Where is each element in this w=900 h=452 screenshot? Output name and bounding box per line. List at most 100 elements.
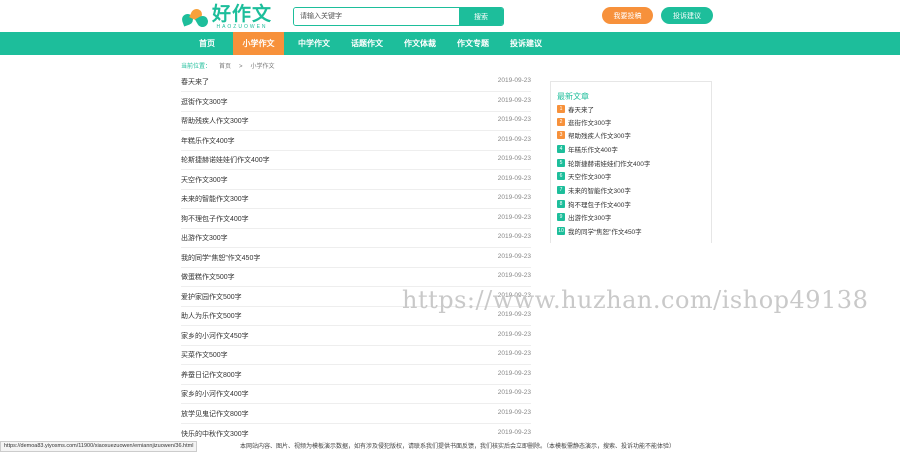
rank-badge: 3 <box>557 131 565 139</box>
latest-article-title[interactable]: 天空作文300字 <box>568 171 611 181</box>
rank-badge: 5 <box>557 159 565 167</box>
article-title[interactable]: 助人为乐作文500字 <box>181 311 242 321</box>
article-title[interactable]: 做蛋糕作文500字 <box>181 272 235 282</box>
list-item[interactable]: 天空作文300字 2019-09-23 <box>181 171 531 190</box>
latest-article-title[interactable]: 春天来了 <box>568 104 594 114</box>
article-title[interactable]: 帮助残疾人作文300字 <box>181 116 249 126</box>
article-title[interactable]: 年糕乐作文400字 <box>181 136 235 146</box>
article-date: 2019-09-23 <box>497 253 531 260</box>
list-item[interactable]: 快乐的中秋作文300字 2019-09-23 <box>181 425 531 437</box>
article-date: 2019-09-23 <box>497 331 531 338</box>
site-header: 好作文 HAOZUOWEN 搜索 我要投稿 投诉建议 <box>0 0 900 32</box>
nav-essay-topic[interactable]: 作文专题 <box>450 32 496 55</box>
article-title[interactable]: 爱护家园作文500字 <box>181 292 242 302</box>
logo-text: 好作文 <box>212 2 273 25</box>
site-logo[interactable]: 好作文 HAOZUOWEN <box>180 2 273 30</box>
feedback-button[interactable]: 投诉建议 <box>661 7 713 24</box>
breadcrumb-label: 当前位置： <box>181 64 212 70</box>
article-title[interactable]: 天空作文300字 <box>181 175 228 185</box>
latest-article-item[interactable]: 3 帮助残疾人作文300字 <box>557 130 631 140</box>
list-item[interactable]: 春天来了 2019-09-23 <box>181 73 531 92</box>
list-item[interactable]: 狗不理包子作文400字 2019-09-23 <box>181 210 531 229</box>
logo-subtext: HAOZUOWEN <box>216 23 268 30</box>
article-title[interactable]: 逛街作文300字 <box>181 97 228 107</box>
leaf-logo-icon <box>180 7 211 30</box>
article-date: 2019-09-23 <box>497 175 531 182</box>
article-date: 2019-09-23 <box>497 136 531 143</box>
latest-article-title[interactable]: 未来的智能作文300字 <box>568 185 631 195</box>
article-title[interactable]: 买菜作文500字 <box>181 350 228 360</box>
list-item[interactable]: 家乡的小河作文400字 2019-09-23 <box>181 385 531 404</box>
watermark-text: https://www.huzhan.com/ishop49138 <box>402 286 869 314</box>
article-date: 2019-09-23 <box>497 77 531 84</box>
article-date: 2019-09-23 <box>497 409 531 416</box>
list-item[interactable]: 出游作文300字 2019-09-23 <box>181 229 531 248</box>
article-title[interactable]: 未来的智能作文300字 <box>181 194 249 204</box>
latest-article-item[interactable]: 8 狗不理包子作文400字 <box>557 199 631 209</box>
latest-article-title[interactable]: 逛街作文300字 <box>568 117 611 127</box>
nav-essay-genre[interactable]: 作文体裁 <box>397 32 443 55</box>
rank-badge: 2 <box>557 118 565 126</box>
list-item[interactable]: 买菜作文500字 2019-09-23 <box>181 346 531 365</box>
latest-article-item[interactable]: 7 未来的智能作文300字 <box>557 185 631 195</box>
article-title[interactable]: 轮斯捷赫诺娃娃们作文400字 <box>181 155 270 165</box>
latest-article-item[interactable]: 9 出游作文300字 <box>557 212 611 222</box>
nav-middle-essay[interactable]: 中学作文 <box>291 32 337 55</box>
latest-article-title[interactable]: 年糕乐作文400字 <box>568 144 618 154</box>
article-title[interactable]: 放学见鬼记作文800字 <box>181 409 249 419</box>
search-input[interactable] <box>294 8 459 25</box>
article-title[interactable]: 家乡的小河作文400字 <box>181 389 249 399</box>
main-nav: 首页 小学作文 中学作文 话题作文 作文体裁 作文专题 投诉建议 <box>0 32 900 55</box>
list-item[interactable]: 轮斯捷赫诺娃娃们作文400字 2019-09-23 <box>181 151 531 170</box>
rank-badge: 8 <box>557 200 565 208</box>
list-item[interactable]: 帮助残疾人作文300字 2019-09-23 <box>181 112 531 131</box>
search-button[interactable]: 搜索 <box>459 8 503 25</box>
nav-topic-essay[interactable]: 话题作文 <box>344 32 390 55</box>
latest-article-item[interactable]: 5 轮斯捷赫诺娃娃们作文400字 <box>557 158 650 168</box>
list-item[interactable]: 未来的智能作文300字 2019-09-23 <box>181 190 531 209</box>
article-title[interactable]: 快乐的中秋作文300字 <box>181 429 249 437</box>
list-item[interactable]: 放学见鬼记作文800字 2019-09-23 <box>181 405 531 424</box>
article-date: 2019-09-23 <box>497 389 531 396</box>
list-item[interactable]: 逛街作文300字 2019-09-23 <box>181 93 531 112</box>
article-date: 2019-09-23 <box>497 272 531 279</box>
latest-article-title[interactable]: 我的同学“焦恕”作文450字 <box>568 226 642 236</box>
latest-article-item[interactable]: 10 我的同学“焦恕”作文450字 <box>557 226 642 236</box>
list-item[interactable]: 家乡的小河作文450字 2019-09-23 <box>181 327 531 346</box>
latest-article-title[interactable]: 出游作文300字 <box>568 212 611 222</box>
latest-article-item[interactable]: 1 春天来了 <box>557 104 594 114</box>
article-title[interactable]: 家乡的小河作文450字 <box>181 331 249 341</box>
article-title[interactable]: 春天来了 <box>181 77 209 87</box>
article-date: 2019-09-23 <box>497 370 531 377</box>
breadcrumb-home[interactable]: 首页 <box>219 64 231 70</box>
list-item[interactable]: 养蚕日记作文800字 2019-09-23 <box>181 366 531 385</box>
article-date: 2019-09-23 <box>497 155 531 162</box>
breadcrumb-current[interactable]: 小学作文 <box>251 64 275 70</box>
nav-primary-essay[interactable]: 小学作文 <box>233 32 284 55</box>
rank-badge: 7 <box>557 186 565 194</box>
search-box: 搜索 <box>293 7 504 26</box>
latest-article-title[interactable]: 轮斯捷赫诺娃娃们作文400字 <box>568 158 650 168</box>
nav-home[interactable]: 首页 <box>188 32 226 55</box>
breadcrumb: 当前位置： 首页 > 小学作文 <box>181 61 283 70</box>
rank-badge: 6 <box>557 172 565 180</box>
list-item[interactable]: 我的同学“焦恕”作文450字 2019-09-23 <box>181 249 531 268</box>
article-title[interactable]: 狗不理包子作文400字 <box>181 214 249 224</box>
list-item[interactable]: 年糕乐作文400字 2019-09-23 <box>181 132 531 151</box>
latest-article-item[interactable]: 2 逛街作文300字 <box>557 117 611 127</box>
contribute-button[interactable]: 我要投稿 <box>602 7 653 24</box>
latest-article-item[interactable]: 6 天空作文300字 <box>557 171 611 181</box>
rank-badge: 4 <box>557 145 565 153</box>
browser-status-url: https://demoa83.yiyosms.com/11900/xiaoxu… <box>0 441 198 452</box>
article-title[interactable]: 养蚕日记作文800字 <box>181 370 242 380</box>
latest-article-title[interactable]: 狗不理包子作文400字 <box>568 199 631 209</box>
article-title[interactable]: 出游作文300字 <box>181 233 228 243</box>
footer-disclaimer: 本网站内容、图片、视频为模板演示数据，如有涉及侵犯版权，请联系我们提供书面反馈，… <box>240 444 676 450</box>
article-date: 2019-09-23 <box>497 429 531 436</box>
latest-article-title[interactable]: 帮助残疾人作文300字 <box>568 130 631 140</box>
list-item[interactable]: 做蛋糕作文500字 2019-09-23 <box>181 268 531 287</box>
article-date: 2019-09-23 <box>497 233 531 240</box>
latest-article-item[interactable]: 4 年糕乐作文400字 <box>557 144 618 154</box>
nav-feedback[interactable]: 投诉建议 <box>503 32 549 55</box>
article-title[interactable]: 我的同学“焦恕”作文450字 <box>181 253 260 263</box>
